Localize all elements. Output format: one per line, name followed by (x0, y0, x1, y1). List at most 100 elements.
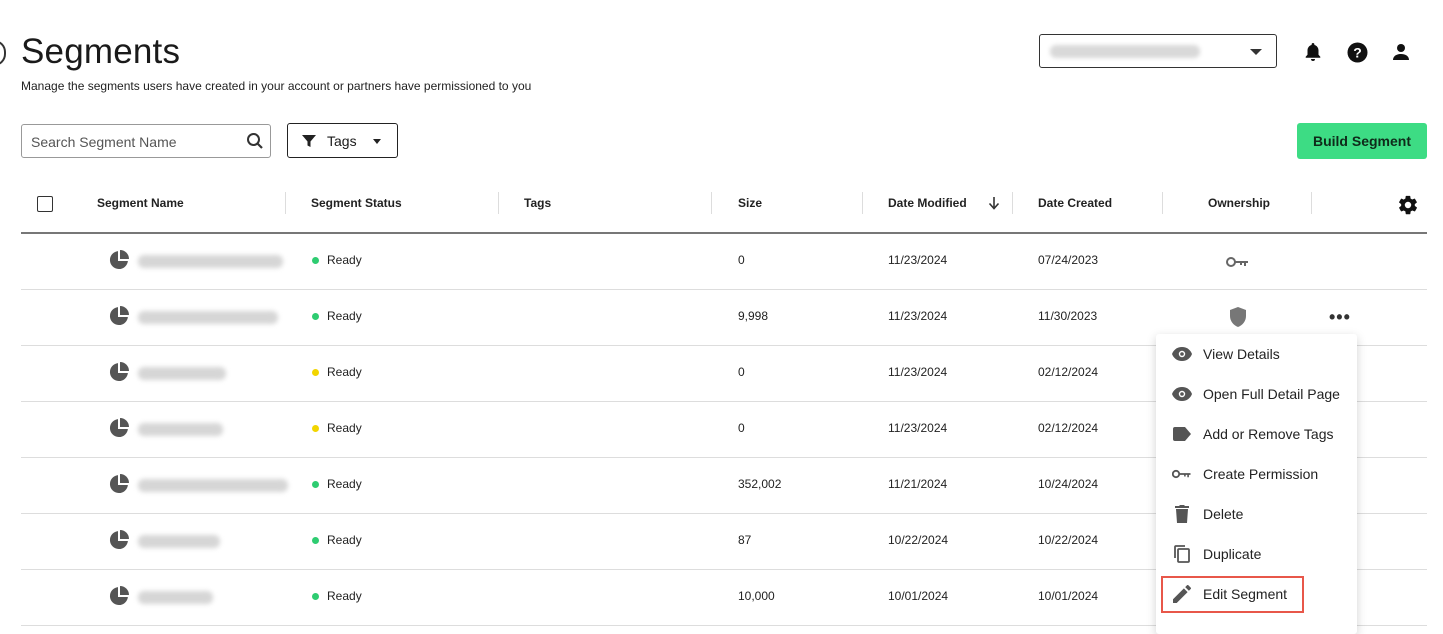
pie-chart-icon (109, 250, 129, 275)
menu-item-label: Delete (1203, 506, 1244, 522)
status-text: Ready (327, 365, 362, 379)
pie-chart-icon (109, 586, 129, 611)
menu-item-delete[interactable]: Delete (1156, 494, 1357, 534)
tags-filter-label: Tags (327, 133, 357, 149)
segment-name-redacted[interactable] (138, 311, 278, 324)
caret-down-icon (373, 139, 381, 144)
status-dot (312, 481, 319, 488)
menu-item-label: Create Permission (1203, 466, 1319, 482)
segment-name-redacted[interactable] (138, 479, 288, 492)
svg-text:?: ? (1353, 44, 1362, 60)
status-text: Ready (327, 477, 362, 491)
menu-item-duplicate[interactable]: Duplicate (1156, 534, 1357, 574)
sort-descending-icon[interactable] (987, 196, 1001, 215)
status-text: Ready (327, 421, 362, 435)
tags-filter-button[interactable]: Tags (287, 123, 398, 158)
size-value: 0 (738, 421, 745, 435)
column-divider (285, 192, 286, 214)
date-modified-value: 11/23/2024 (888, 421, 948, 435)
date-created-value: 10/01/2024 (1038, 589, 1099, 603)
search-icon[interactable] (246, 132, 264, 155)
col-header-date-created[interactable]: Date Created (1038, 196, 1112, 210)
account-select[interactable] (1039, 34, 1277, 68)
status-dot (312, 369, 319, 376)
col-header-segment-status[interactable]: Segment Status (311, 196, 402, 210)
date-modified-value: 11/23/2024 (888, 365, 948, 379)
menu-item-label: View Details (1203, 346, 1280, 362)
pie-chart-icon (109, 474, 129, 499)
build-segment-button[interactable]: Build Segment (1297, 123, 1427, 159)
date-modified-value: 10/01/2024 (888, 589, 949, 603)
status-dot (312, 313, 319, 320)
chevron-down-icon (1250, 49, 1262, 55)
eye-icon (1172, 385, 1192, 403)
size-value: 352,002 (738, 477, 782, 491)
date-modified-value: 11/23/2024 (888, 253, 948, 267)
tag-icon (1172, 425, 1192, 443)
size-value: 10,000 (738, 589, 775, 603)
status-dot (312, 257, 319, 264)
search-field[interactable] (21, 124, 271, 158)
gear-icon[interactable] (1397, 194, 1419, 221)
column-divider (1012, 192, 1013, 214)
eye-icon (1172, 345, 1192, 363)
copy-icon (1172, 545, 1192, 563)
menu-item-label: Duplicate (1203, 546, 1262, 562)
segment-name-redacted[interactable] (138, 255, 283, 268)
date-created-value: 11/30/2023 (1038, 309, 1098, 323)
account-name-redacted (1050, 45, 1200, 58)
size-value: 0 (738, 365, 745, 379)
date-created-value: 10/24/2024 (1038, 477, 1099, 491)
status-text: Ready (327, 589, 362, 603)
menu-item-label: Open Full Detail Page (1203, 386, 1340, 402)
menu-item-view-details[interactable]: View Details (1156, 334, 1357, 374)
table-row[interactable]: Ready 0 11/23/2024 07/24/2023 (21, 233, 1427, 290)
segment-name-redacted[interactable] (138, 367, 226, 380)
menu-item-open-full-detail-page[interactable]: Open Full Detail Page (1156, 374, 1357, 414)
menu-item-add-or-remove-tags[interactable]: Add or Remove Tags (1156, 414, 1357, 454)
status-dot (312, 593, 319, 600)
date-created-value: 02/12/2024 (1038, 365, 1099, 379)
status-dot (312, 537, 319, 544)
date-modified-value: 10/22/2024 (888, 533, 949, 547)
pie-chart-icon (109, 418, 129, 443)
status-text: Ready (327, 309, 362, 323)
highlight-box (1161, 576, 1304, 613)
key-icon (1172, 465, 1192, 483)
column-divider (1311, 192, 1312, 214)
menu-item-label: Add or Remove Tags (1203, 426, 1334, 442)
help-icon[interactable]: ? (1346, 41, 1368, 63)
filter-icon (302, 134, 316, 153)
segment-name-redacted[interactable] (138, 535, 220, 548)
more-actions-icon[interactable]: ••• (1329, 307, 1351, 328)
trash-icon (1172, 505, 1192, 523)
page-title: Segments (21, 32, 181, 71)
user-icon[interactable] (1390, 41, 1412, 63)
col-header-ownership[interactable]: Ownership (1208, 196, 1270, 210)
col-header-date-modified[interactable]: Date Modified (888, 196, 967, 210)
pie-chart-icon (109, 306, 129, 331)
status-dot (312, 425, 319, 432)
column-divider (711, 192, 712, 214)
column-divider (862, 192, 863, 214)
menu-item-create-permission[interactable]: Create Permission (1156, 454, 1357, 494)
date-created-value: 10/22/2024 (1038, 533, 1099, 547)
date-modified-value: 11/23/2024 (888, 309, 948, 323)
search-input[interactable] (29, 131, 243, 153)
status-text: Ready (327, 253, 362, 267)
pie-chart-icon (109, 530, 129, 555)
col-header-size[interactable]: Size (738, 196, 762, 210)
pie-chart-icon (109, 362, 129, 387)
select-all-checkbox[interactable] (37, 196, 53, 212)
edge-decoration (0, 40, 6, 66)
table-header: Segment Name Segment Status Tags Size Da… (21, 180, 1427, 234)
col-header-tags[interactable]: Tags (524, 196, 551, 210)
size-value: 9,998 (738, 309, 769, 323)
col-header-segment-name[interactable]: Segment Name (97, 196, 184, 210)
segment-name-redacted[interactable] (138, 591, 213, 604)
segment-name-redacted[interactable] (138, 423, 223, 436)
date-created-value: 02/12/2024 (1038, 421, 1099, 435)
column-divider (498, 192, 499, 214)
size-value: 0 (738, 253, 745, 267)
bell-icon[interactable] (1302, 41, 1324, 63)
